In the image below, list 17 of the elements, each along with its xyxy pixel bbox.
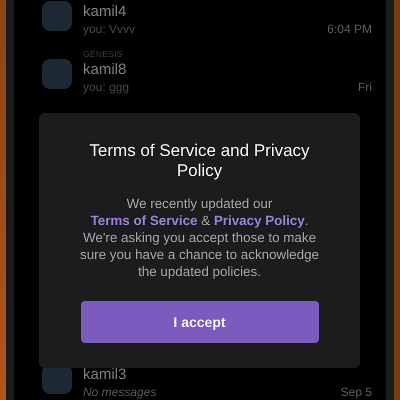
dialog-message: We recently updated our Terms of Service & Privacy Policy. We're asking you accept those to make sure you have a chance to acknowledge the updated policies. <box>79 195 320 280</box>
chat-name: kamil3 <box>83 365 128 384</box>
accept-button[interactable]: I accept <box>80 301 318 343</box>
policy-link[interactable]: Privacy Policy <box>214 213 305 228</box>
chat-name: kamil4 <box>83 2 128 21</box>
chat-time: 6:04 PM <box>327 22 372 36</box>
dialog-title: Terms of Service and Privacy Policy <box>88 141 311 181</box>
chat-time: Fri <box>358 80 372 94</box>
avatar <box>42 59 72 89</box>
chat-time: Sep 5 <box>340 385 372 399</box>
chat-name: kamil8 <box>83 60 128 79</box>
message-preview: No messages <box>83 384 156 400</box>
message-preview: you: Vvvv <box>83 21 136 37</box>
group-label: GENESIS <box>83 49 124 60</box>
message-preview: you: ggg <box>83 79 130 95</box>
policy-link[interactable]: Terms of Service <box>90 213 198 228</box>
avatar <box>42 1 72 31</box>
